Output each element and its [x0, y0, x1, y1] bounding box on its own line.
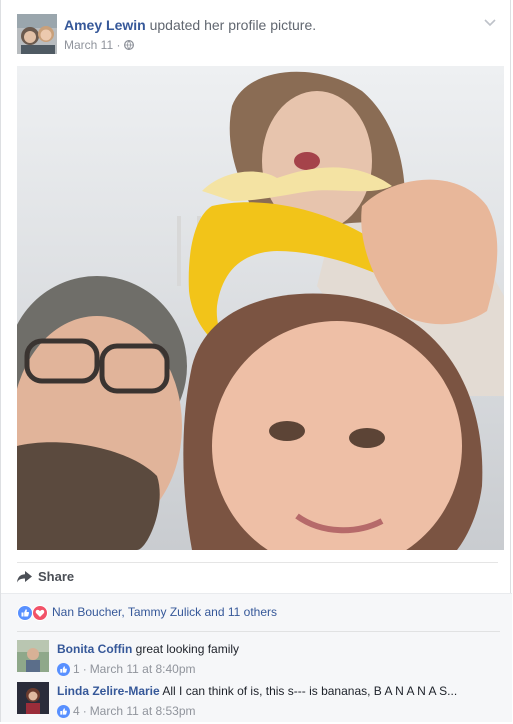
post-meta: March 11 · [64, 38, 134, 52]
post-date[interactable]: March 11 [64, 38, 113, 52]
meta-separator: · [82, 704, 87, 718]
comments-divider [17, 631, 500, 632]
commenter-avatar[interactable] [17, 640, 49, 672]
like-reaction-icon [17, 605, 33, 621]
comment-line: Bonita Coffin great looking family [57, 642, 239, 656]
post-actions-bar: Share [17, 562, 498, 593]
commenter-avatar[interactable] [17, 682, 49, 714]
comment-author[interactable]: Bonita Coffin [57, 642, 132, 656]
reaction-icons [17, 605, 49, 621]
meta-separator: · [82, 662, 87, 676]
post-action-text: updated her profile picture. [149, 17, 317, 33]
reactions-summary[interactable]: Nan Boucher, Tammy Zulick and 11 others [1, 593, 512, 631]
globe-icon [123, 40, 134, 50]
share-label: Share [38, 569, 75, 584]
love-reaction-icon [32, 605, 48, 621]
meta-separator: · [116, 38, 121, 52]
comments-section: Bonita Coffin great looking family 1 · M… [1, 631, 512, 722]
comment-like-count[interactable]: 4 [73, 704, 80, 718]
comment-line: Linda Zelire-Marie All I can think of is… [57, 684, 457, 698]
comment-text: great looking family [135, 642, 240, 656]
author-avatar[interactable] [17, 14, 57, 54]
post-title-line: Amey Lewin updated her profile picture. [64, 17, 316, 33]
like-icon [57, 704, 70, 718]
post-header: Amey Lewin updated her profile picture. … [17, 14, 498, 56]
feed-post: Amey Lewin updated her profile picture. … [0, 0, 512, 722]
comment-item: Linda Zelire-Marie All I can think of is… [17, 682, 500, 724]
comment-author[interactable]: Linda Zelire-Marie [57, 684, 160, 698]
comment-timestamp[interactable]: March 11 at 8:53pm [90, 704, 196, 718]
like-icon [57, 662, 70, 676]
comment-meta: 4 · March 11 at 8:53pm [57, 704, 196, 718]
comment-timestamp[interactable]: March 11 at 8:40pm [90, 662, 196, 676]
comment-meta: 1 · March 11 at 8:40pm [57, 662, 196, 676]
profile-picture-photo[interactable] [17, 66, 504, 550]
chevron-down-icon[interactable] [484, 16, 496, 30]
comment-text: All I can think of is, this s--- is bana… [162, 684, 458, 698]
author-name[interactable]: Amey Lewin [64, 17, 146, 33]
comment-item: Bonita Coffin great looking family 1 · M… [17, 640, 500, 682]
share-button[interactable]: Share [17, 569, 74, 584]
comment-like-count[interactable]: 1 [73, 662, 80, 676]
share-arrow-icon [17, 570, 32, 582]
reactions-names[interactable]: Nan Boucher, Tammy Zulick and 11 others [52, 605, 277, 619]
